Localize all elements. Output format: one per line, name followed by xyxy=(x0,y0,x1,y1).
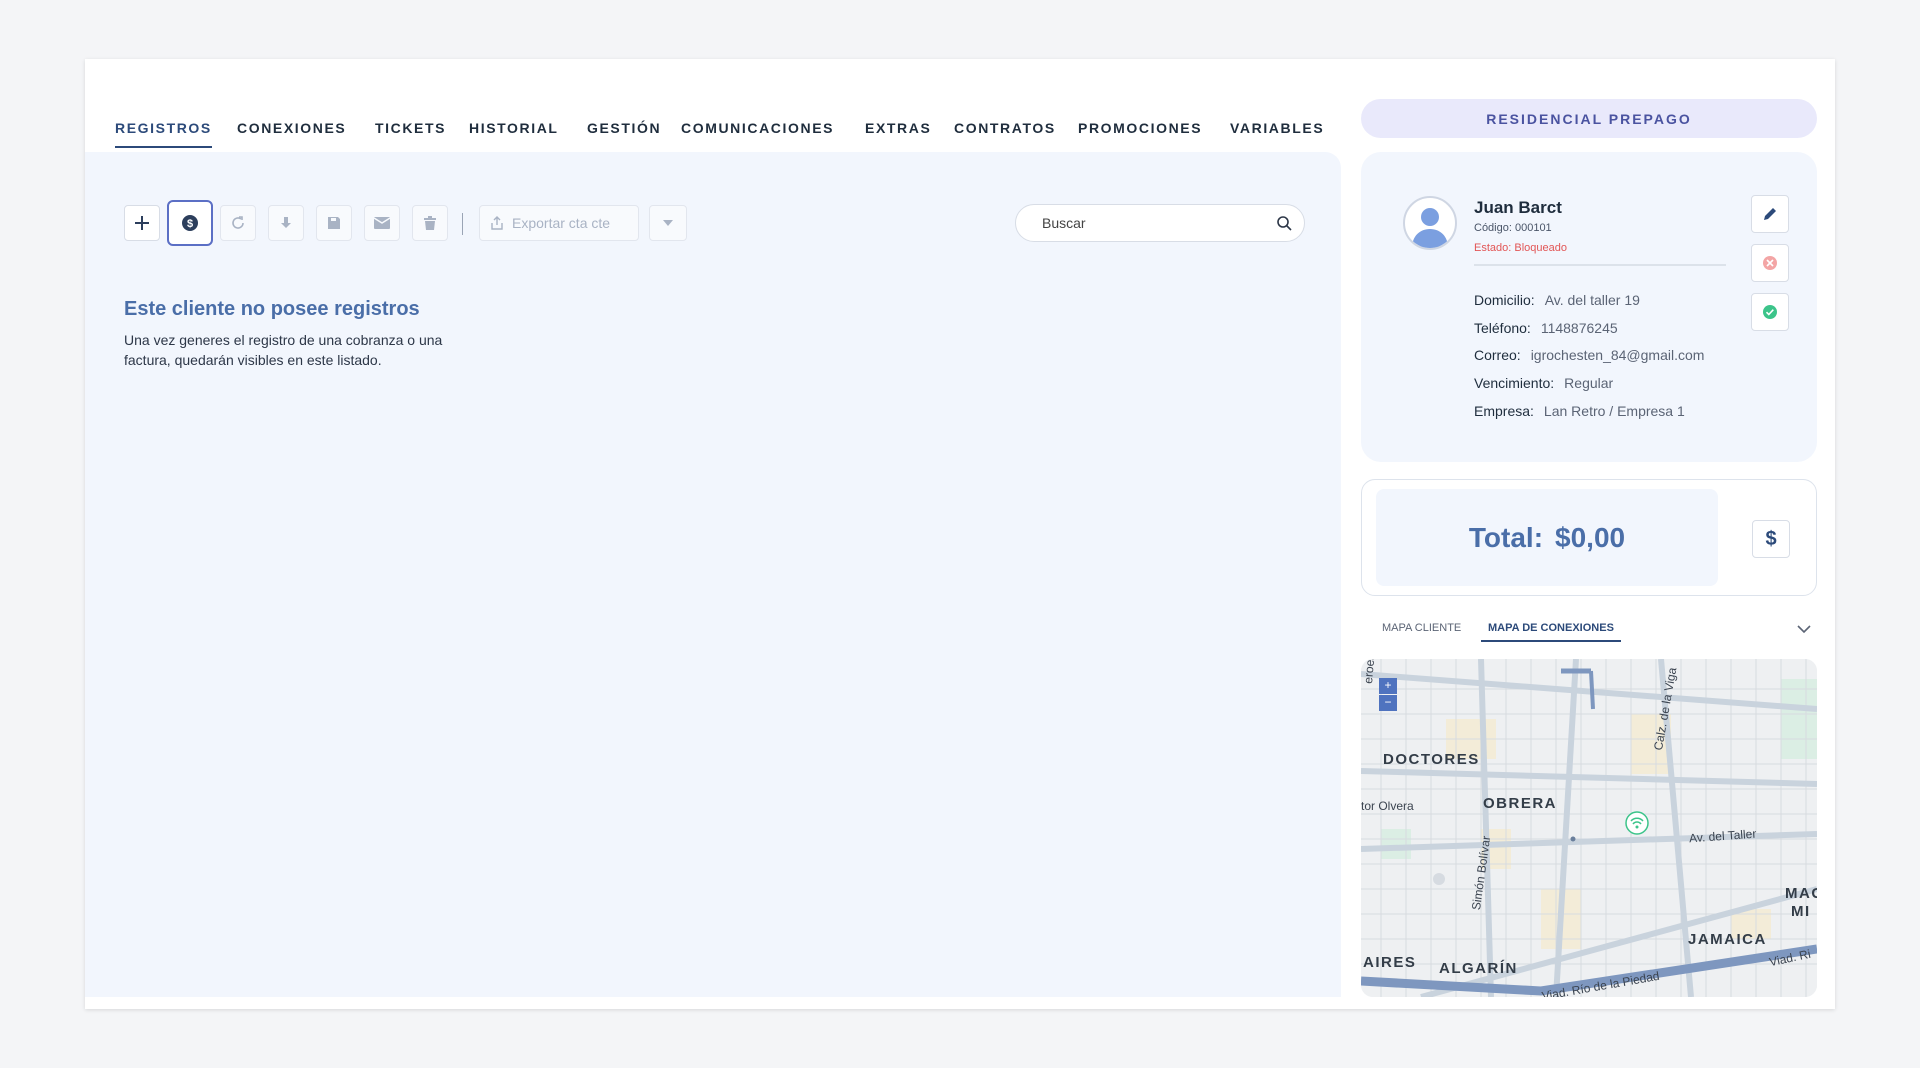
caret-down-icon xyxy=(663,220,673,226)
main-card: REGISTROS CONEXIONES TICKETS HISTORIAL G… xyxy=(85,59,1835,1009)
chevron-down-icon[interactable] xyxy=(1797,624,1811,634)
map-label-doctores: DOCTORES xyxy=(1383,751,1480,768)
tab-registros[interactable]: REGISTROS xyxy=(115,120,212,148)
total-display: Total: $0,00 xyxy=(1376,489,1718,586)
info-value: Regular xyxy=(1564,375,1614,391)
save-icon xyxy=(328,217,340,229)
user-icon xyxy=(1412,208,1448,248)
map-zoom-control: + − xyxy=(1379,678,1397,711)
activate-button[interactable] xyxy=(1751,293,1789,331)
map-label-mag: MAG xyxy=(1785,885,1817,902)
empty-state-description: Una vez generes el registro de una cobra… xyxy=(124,332,443,368)
info-telefono: Teléfono: 1148876245 xyxy=(1474,320,1618,336)
tab-contratos[interactable]: CONTRATOS xyxy=(954,120,1056,146)
export-label: Exportar cta cte xyxy=(512,215,611,231)
tab-variables[interactable]: VARIABLES xyxy=(1230,120,1324,146)
map-label-jamaica: JAMAICA xyxy=(1688,931,1767,948)
tab-extras[interactable]: EXTRAS xyxy=(865,120,931,146)
map-label-algarin: ALGARÍN xyxy=(1439,960,1518,977)
map-label-aires: AIRES xyxy=(1363,954,1417,971)
close-circle-icon xyxy=(1763,256,1777,270)
download-icon xyxy=(281,217,291,228)
info-value: 1148876245 xyxy=(1540,320,1618,336)
info-empresa: Empresa: Lan Retro / Empresa 1 xyxy=(1474,403,1685,419)
tab-conexiones[interactable]: CONEXIONES xyxy=(237,120,346,146)
total-card: Total: $0,00 $ xyxy=(1361,479,1817,596)
client-divider xyxy=(1474,264,1726,266)
info-label: Vencimiento: xyxy=(1474,375,1555,391)
info-label: Teléfono: xyxy=(1474,320,1531,336)
plus-icon xyxy=(135,216,149,230)
payment-button[interactable]: $ xyxy=(167,200,213,246)
refresh-button[interactable] xyxy=(220,205,256,241)
total-label: Total: xyxy=(1468,521,1544,553)
tab-promociones[interactable]: PROMOCIONES xyxy=(1078,120,1202,146)
connections-map[interactable]: + − DOCTORES OBRERA JAMAICA ALGARÍN AIRE… xyxy=(1361,659,1817,997)
refresh-icon xyxy=(232,216,244,229)
save-button[interactable] xyxy=(316,205,352,241)
download-button[interactable] xyxy=(268,205,304,241)
zoom-in-button[interactable]: + xyxy=(1379,678,1397,694)
export-button[interactable]: Exportar cta cte xyxy=(479,205,639,241)
search-icon[interactable] xyxy=(1276,215,1292,231)
export-dropdown-button[interactable] xyxy=(649,205,687,241)
map-label-obrera: OBRERA xyxy=(1483,795,1558,812)
tab-tickets[interactable]: TICKETS xyxy=(375,120,446,146)
add-button[interactable] xyxy=(124,205,160,241)
mail-icon xyxy=(374,217,390,229)
pay-button[interactable]: $ xyxy=(1752,520,1790,558)
pencil-icon xyxy=(1764,208,1776,220)
avatar xyxy=(1403,196,1457,250)
client-name: Juan Barct xyxy=(1474,198,1562,217)
tab-mapa-conexiones[interactable]: MAPA DE CONEXIONES xyxy=(1481,622,1621,642)
trash-icon xyxy=(424,216,436,230)
email-button[interactable] xyxy=(364,205,400,241)
map-label-mi: MI xyxy=(1791,903,1811,920)
info-value: igrochesten_84@gmail.com xyxy=(1530,347,1705,363)
registros-panel: $ Exportar cta cte Buscar Este cliente n… xyxy=(85,152,1341,997)
delete-button[interactable] xyxy=(412,205,448,241)
empty-state-title: Este cliente no posee registros xyxy=(124,298,420,320)
info-vencimiento: Vencimiento: Regular xyxy=(1474,375,1613,391)
info-value: Av. del taller 19 xyxy=(1544,292,1640,308)
edit-button[interactable] xyxy=(1751,195,1789,233)
dollar-circle-icon: $ xyxy=(182,215,198,231)
info-label: Correo: xyxy=(1474,347,1521,363)
info-value: Lan Retro / Empresa 1 xyxy=(1543,403,1685,419)
tab-gestion[interactable]: GESTIÓN xyxy=(587,120,661,146)
total-value: $0,00 xyxy=(1555,521,1626,553)
export-icon xyxy=(491,216,503,230)
zoom-out-button[interactable]: − xyxy=(1379,695,1397,711)
tab-comunicaciones[interactable]: COMUNICACIONES xyxy=(681,120,834,146)
search-input[interactable] xyxy=(1040,214,1276,232)
tab-mapa-cliente[interactable]: MAPA CLIENTE xyxy=(1375,622,1468,640)
info-label: Empresa: xyxy=(1474,403,1534,419)
info-label: Domicilio: xyxy=(1474,292,1535,308)
client-code: Código: 000101 xyxy=(1474,222,1552,234)
svg-text:$: $ xyxy=(187,218,193,230)
street-label: eroes xyxy=(1361,659,1378,685)
tab-historial[interactable]: HISTORIAL xyxy=(469,120,559,146)
client-state: Estado: Bloqueado xyxy=(1474,242,1567,254)
info-domicilio: Domicilio: Av. del taller 19 xyxy=(1474,292,1640,308)
plan-badge: RESIDENCIAL PREPAGO xyxy=(1361,99,1817,138)
info-correo: Correo: igrochesten_84@gmail.com xyxy=(1474,347,1704,363)
search-box xyxy=(1015,204,1305,242)
client-card: Juan Barct Código: 000101 Estado: Bloque… xyxy=(1361,152,1817,462)
street-label: tor Olvera xyxy=(1361,799,1414,813)
check-circle-icon xyxy=(1763,305,1777,319)
block-button[interactable] xyxy=(1751,244,1789,282)
toolbar-separator xyxy=(462,213,463,235)
